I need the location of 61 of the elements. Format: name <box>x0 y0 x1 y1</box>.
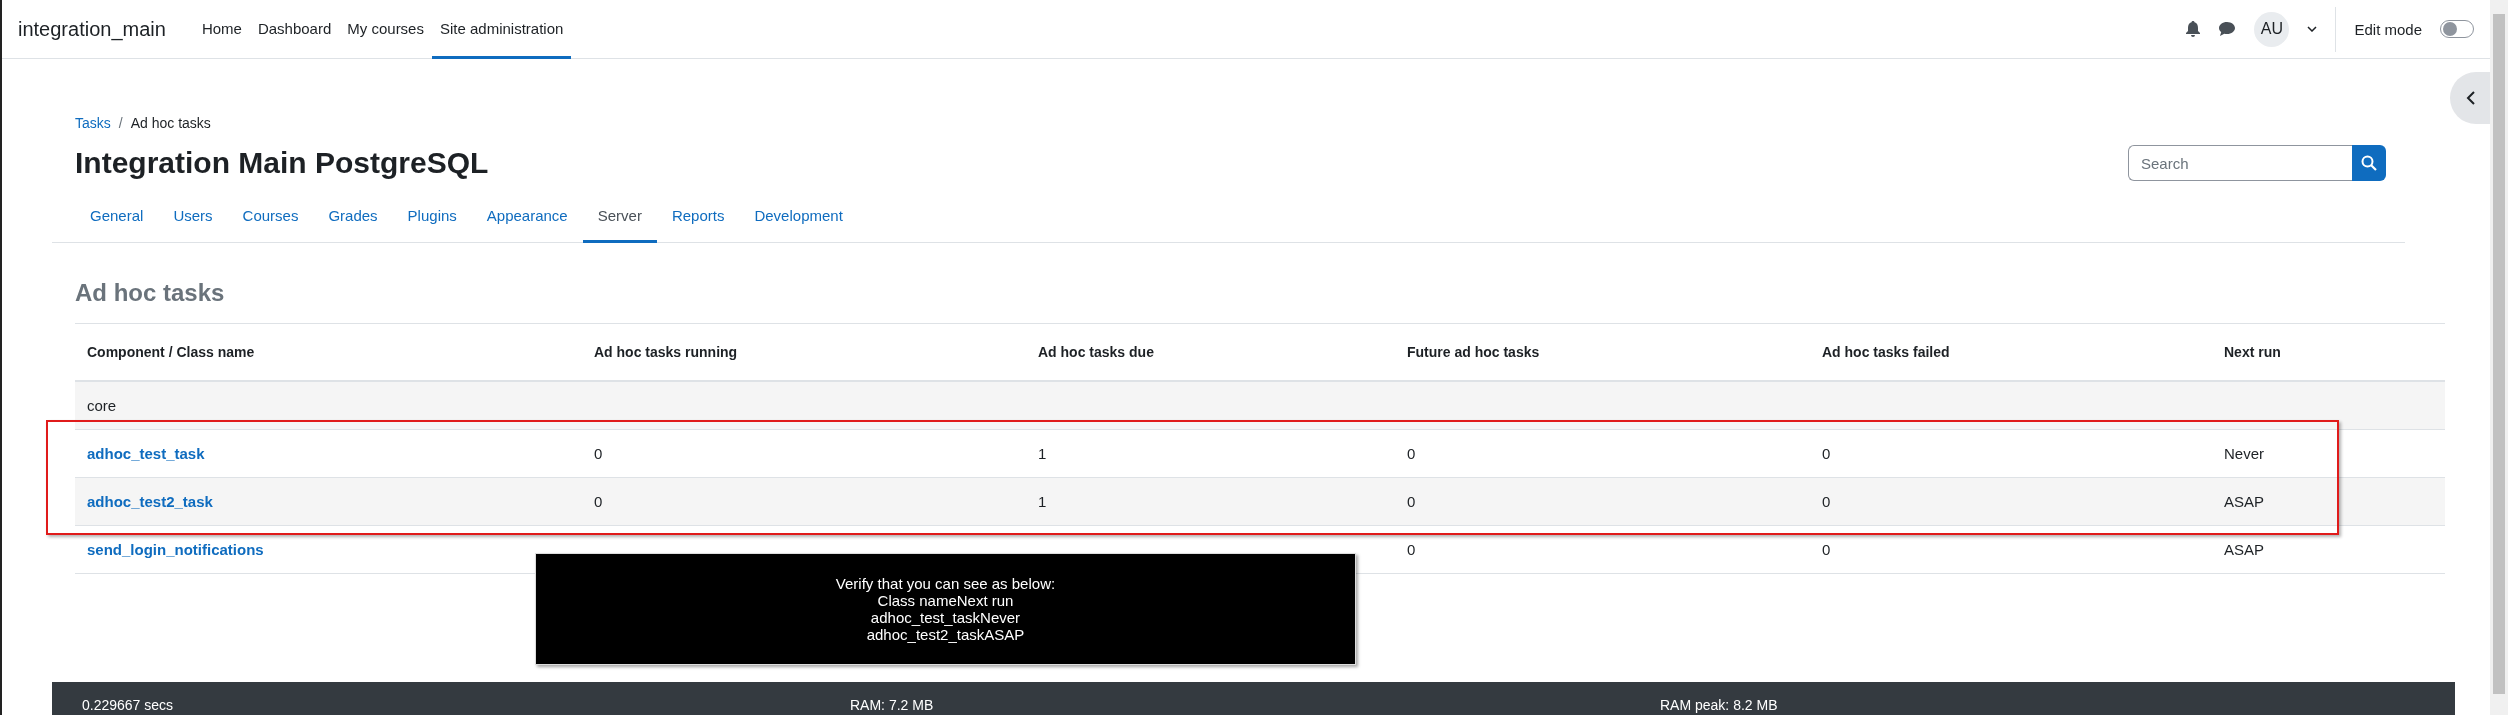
table-cell-text: 1 <box>1038 493 1048 510</box>
column-header: Ad hoc tasks running <box>594 344 739 360</box>
table-cell-text: ASAP <box>2224 541 2266 558</box>
tab[interactable]: Server <box>582 193 657 243</box>
search-field[interactable]: Search <box>2128 145 2352 181</box>
tab[interactable]: Plugins <box>392 193 472 243</box>
footer-text: RAM peak: 8.2 MB <box>1660 697 1779 715</box>
breadcrumb-link[interactable]: Tasks <box>75 115 111 131</box>
column-header: Next run <box>2224 344 2282 360</box>
tab[interactable]: General <box>75 193 159 243</box>
task-link[interactable]: adhoc_test2_task <box>87 493 594 510</box>
nav-link[interactable]: Home <box>193 0 250 59</box>
drawer-toggle-button[interactable] <box>2450 72 2490 124</box>
edit-mode-label: Edit mode <box>2354 20 2422 38</box>
tab[interactable]: Courses <box>227 193 314 243</box>
bell-icon[interactable] <box>2186 21 2201 37</box>
footer-text: 0.229667 secs <box>82 697 175 715</box>
search-button[interactable] <box>2352 145 2386 181</box>
table-cell-text: 0 <box>1407 445 1417 462</box>
column-header: Future ad hoc tasks <box>1407 344 1541 360</box>
table-cell-text: 0 <box>1822 493 1832 510</box>
page-title: Integration Main PostgreSQL <box>75 146 489 180</box>
instruction-line: Class nameNext run <box>876 592 1015 609</box>
table-cell-text: ASAP <box>2224 493 2266 510</box>
nav-link[interactable]: My courses <box>339 0 432 59</box>
user-avatar[interactable]: AU <box>2254 11 2290 47</box>
instruction-line: adhoc_test2_taskASAP <box>865 626 1026 643</box>
column-header: Component / Class name <box>87 344 256 360</box>
table-cell-text: 1 <box>1038 445 1048 462</box>
site-name[interactable]: integration_main <box>18 17 166 41</box>
instruction-line: Verify that you can see as below: <box>835 575 1056 592</box>
breadcrumb-separator: / <box>118 115 123 131</box>
table-cell-text: 0 <box>1822 445 1832 462</box>
table-cell-text: 0 <box>594 493 604 510</box>
table-cell-text: 0 <box>1407 541 1417 558</box>
instruction-line: adhoc_test_taskNever <box>869 609 1022 626</box>
breadcrumb-current: Ad hoc tasks <box>130 115 211 131</box>
chevron-down-icon[interactable] <box>2307 26 2318 32</box>
table-cell-text: 0 <box>1407 493 1417 510</box>
chevron-left-icon <box>2466 90 2476 106</box>
table-cell-text: 0 <box>1822 541 1832 558</box>
nav-link[interactable]: Site administration <box>431 0 572 59</box>
task-link[interactable]: adhoc_test_task <box>87 445 594 462</box>
nav-link[interactable]: Dashboard <box>249 0 340 59</box>
footer-text: RAM: 7.2 MB <box>850 697 935 715</box>
group-label: core <box>87 397 118 414</box>
column-header: Ad hoc tasks due <box>1038 344 1155 360</box>
tab[interactable]: Development <box>739 193 858 243</box>
tab[interactable]: Reports <box>656 193 740 243</box>
table-cell-text: Never <box>2224 445 2265 462</box>
chat-bubble-icon[interactable] <box>2218 21 2237 37</box>
task-link[interactable]: send_login_notifications <box>87 541 594 558</box>
scrollbar[interactable] <box>2490 0 2508 715</box>
section-heading: Ad hoc tasks <box>75 279 226 307</box>
column-header: Ad hoc tasks failed <box>1822 344 1951 360</box>
tab[interactable]: Users <box>158 193 228 243</box>
tab[interactable]: Grades <box>313 193 393 243</box>
search-icon <box>2361 155 2377 171</box>
table-cell-text: 0 <box>594 445 604 462</box>
tab[interactable]: Appearance <box>471 193 583 243</box>
edit-mode-switch[interactable] <box>2440 20 2474 38</box>
